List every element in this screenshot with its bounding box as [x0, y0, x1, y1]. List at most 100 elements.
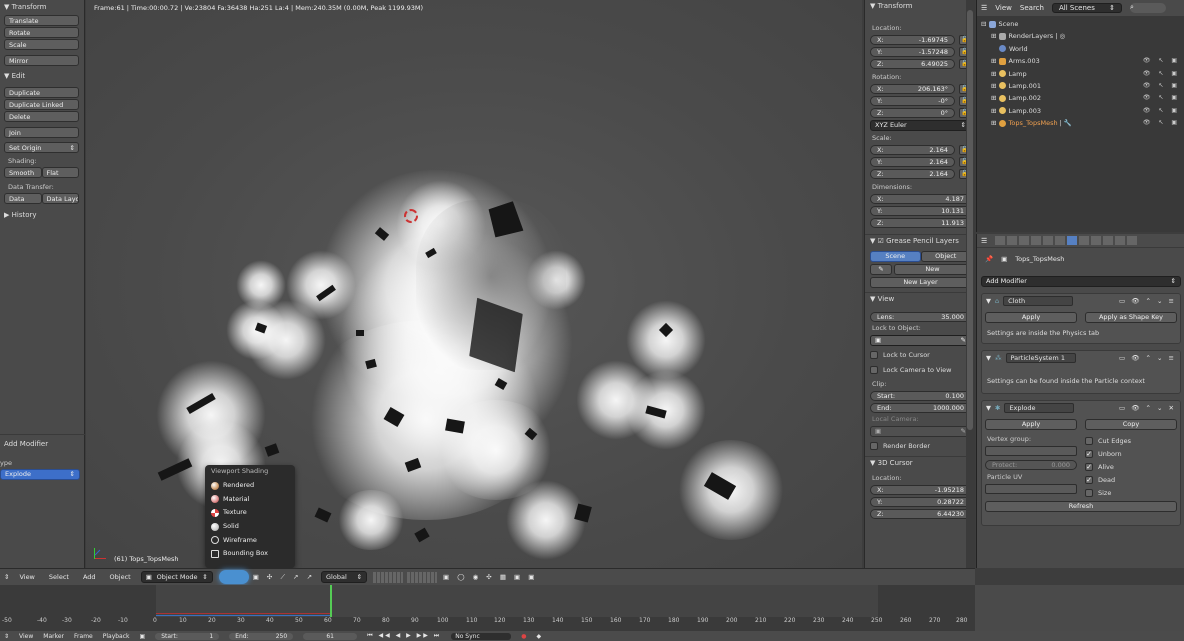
start-frame-field[interactable]: Start: 1 [155, 632, 220, 640]
3d-cursor-icon[interactable] [404, 209, 418, 223]
scale-z-field[interactable]: Z: 2.164 🔓 [870, 168, 971, 179]
lock-to-cursor-checkbox[interactable]: Lock to Cursor [870, 349, 970, 361]
pin-icon[interactable]: 📌 [985, 255, 993, 263]
grease-pencil-header[interactable]: ▼ ☑ Grease Pencil Layers [865, 234, 975, 247]
material-tab-icon[interactable] [1091, 236, 1102, 245]
marker-menu[interactable]: Marker [43, 633, 64, 640]
data-layout-button[interactable]: Data Layo [41, 193, 79, 204]
outliner-row-lamp002[interactable]: ⊞ Lamp.002 👁 ↖ ▣ [977, 92, 1184, 104]
shading-option-solid[interactable]: Solid [205, 520, 295, 534]
delete-button[interactable]: Delete [4, 111, 79, 122]
lock-object-field[interactable]: ▣ ✎ [870, 335, 971, 346]
rotation-x-field[interactable]: X: 206.163° 🔓 [870, 83, 971, 94]
history-panel-header[interactable]: ▶ History [0, 208, 84, 222]
playback-controls-icons[interactable]: ⏮ ◀◀ ◀ ▶ ▶▶ ⏭ [367, 632, 441, 640]
outliner-row-renderlayers[interactable]: ⊞ RenderLayers | ◎ [977, 30, 1184, 42]
type-dropdown[interactable]: Explode ⇕ [0, 469, 80, 480]
pencil-icon[interactable]: ✎ [870, 264, 892, 275]
visibility-icons[interactable]: 👁 ↖ ▣ [1143, 80, 1180, 92]
explode-copy-button[interactable]: Copy [1085, 419, 1177, 430]
visibility-icons[interactable]: 👁 ↖ ▣ [1143, 117, 1180, 129]
data-tab-icon[interactable] [1079, 236, 1090, 245]
explode-modifier-name[interactable]: Explode [1004, 403, 1075, 413]
visibility-icons[interactable]: 👁 ↖ ▣ [1143, 55, 1180, 67]
view-panel-header[interactable]: ▼ View [865, 292, 975, 305]
shading-option-wireframe[interactable]: Wireframe [205, 533, 295, 547]
lock-camera-checkbox[interactable]: Lock Camera to View [870, 364, 970, 376]
editor-type-icon[interactable]: ⇕ [4, 573, 9, 581]
size-checkbox[interactable]: Size [1085, 486, 1177, 499]
scale-button[interactable]: Scale [4, 39, 79, 50]
cloth-modifier-name[interactable]: Cloth [1003, 296, 1074, 306]
preview-range-icon[interactable]: ▣ [140, 633, 146, 640]
cursor-x-field[interactable]: X: -1.95218 [870, 484, 971, 495]
mirror-button[interactable]: Mirror [4, 55, 79, 66]
outliner-row-lamp[interactable]: ⊞ Lamp 👁 ↖ ▣ [977, 68, 1184, 80]
snap-render-icons[interactable]: ▣ ◯ ◉ ✣ ▦ ▣ ▣ [443, 573, 537, 581]
alive-checkbox[interactable]: ✓ Alive [1085, 460, 1177, 473]
object-tab-icon[interactable] [1043, 236, 1054, 245]
keying-set-icon[interactable]: ◆ [536, 633, 541, 640]
current-frame-field[interactable]: 61 [303, 632, 358, 640]
layer-buttons-2[interactable] [407, 571, 438, 583]
cursor-z-field[interactable]: Z: 6.44230 [870, 508, 971, 519]
gp-new-button[interactable]: New [894, 264, 971, 275]
object-menu[interactable]: Object [110, 573, 131, 581]
constraints-tab-icon[interactable] [1055, 236, 1066, 245]
orientation-dropdown[interactable]: Global ⇕ [321, 571, 368, 583]
modifier-controls-icons[interactable]: ▭ 👁 ⌃ ⌄ ✕ [1119, 404, 1176, 412]
outliner-search-menu[interactable]: Search [1020, 4, 1044, 12]
clip-end-field[interactable]: End: 1000.000 [870, 402, 971, 413]
view-menu[interactable]: View [19, 573, 34, 581]
3d-viewport[interactable]: (61) Tops_TopsMesh [86, 0, 862, 568]
physics-tab-icon[interactable] [1127, 236, 1138, 245]
sync-dropdown[interactable]: No Sync [451, 632, 512, 640]
dead-checkbox[interactable]: ✓ Dead [1085, 473, 1177, 486]
add-menu[interactable]: Add [83, 573, 96, 581]
modifier-controls-icons[interactable]: ▭ 👁 ⌃ ⌄ ≡ [1119, 354, 1176, 362]
duplicate-button[interactable]: Duplicate [4, 87, 79, 98]
location-z-field[interactable]: Z: 6.49025 🔓 [870, 58, 971, 69]
set-origin-dropdown[interactable]: Set Origin ⇕ [4, 142, 79, 153]
particle-uv-field[interactable] [985, 484, 1077, 494]
outliner-row-lamp003[interactable]: ⊞ Lamp.003 👁 ↖ ▣ [977, 105, 1184, 117]
layers-tab-icon[interactable] [1007, 236, 1018, 245]
gp-object-tab[interactable]: Object [920, 251, 971, 262]
apply-as-shape-key-button[interactable]: Apply as Shape Key [1085, 312, 1177, 323]
render-tab-icon[interactable] [995, 236, 1006, 245]
vertex-group-field[interactable] [985, 446, 1077, 456]
transform-panel-header[interactable]: ▼ Transform [0, 0, 84, 14]
clip-start-field[interactable]: Start: 0.100 [870, 390, 971, 401]
editor-type-icon[interactable]: ☰ [981, 237, 987, 245]
record-icon[interactable]: ● [521, 633, 526, 640]
rotation-z-field[interactable]: Z: 0° 🔓 [870, 107, 971, 118]
modifiers-tab-icon[interactable] [1067, 236, 1078, 245]
add-modifier-dropdown[interactable]: Add Modifier ⇕ [981, 276, 1181, 287]
shading-option-texture[interactable]: Texture [205, 506, 295, 520]
visibility-icons[interactable]: 👁 ↖ ▣ [1143, 92, 1180, 104]
end-frame-field[interactable]: End: 250 [229, 632, 294, 640]
frame-menu[interactable]: Frame [74, 633, 93, 640]
visibility-icons[interactable]: 👁 ↖ ▣ [1143, 68, 1180, 80]
sidebar-scroll-thumb[interactable] [967, 10, 973, 430]
cursor-y-field[interactable]: Y: 0.28722 [870, 496, 971, 507]
scale-x-field[interactable]: X: 2.164 🔓 [870, 144, 971, 155]
outliner-row-arms[interactable]: ⊞ Arms.003 👁 ↖ ▣ [977, 55, 1184, 67]
editor-type-icon[interactable]: ⇕ [4, 633, 9, 640]
collapse-icon[interactable]: ▼ [986, 404, 991, 412]
smooth-button[interactable]: Smooth [4, 167, 42, 178]
location-x-field[interactable]: X: -1.69745 🔓 [870, 34, 971, 45]
join-button[interactable]: Join [4, 127, 79, 138]
visibility-icons[interactable]: 👁 ↖ ▣ [1143, 105, 1180, 117]
playback-menu[interactable]: Playback [103, 633, 130, 640]
dimension-z-field[interactable]: Z: 11.913 [870, 217, 971, 228]
explode-apply-button[interactable]: Apply [985, 419, 1077, 430]
viewport-shading-button[interactable] [218, 570, 249, 584]
collapse-icon[interactable]: ▼ [986, 354, 991, 362]
shading-option-material[interactable]: Material [205, 492, 295, 506]
transform-panel-header[interactable]: ▼ Transform [865, 0, 975, 13]
timeline-view-menu[interactable]: View [19, 633, 33, 640]
modifier-controls-icons[interactable]: ▭ 👁 ⌃ ⌄ ≡ [1119, 297, 1176, 305]
texture-tab-icon[interactable] [1103, 236, 1114, 245]
outliner-row-tops-mesh[interactable]: ⊞ Tops_TopsMesh | 🔧 👁 ↖ ▣ [977, 117, 1184, 129]
